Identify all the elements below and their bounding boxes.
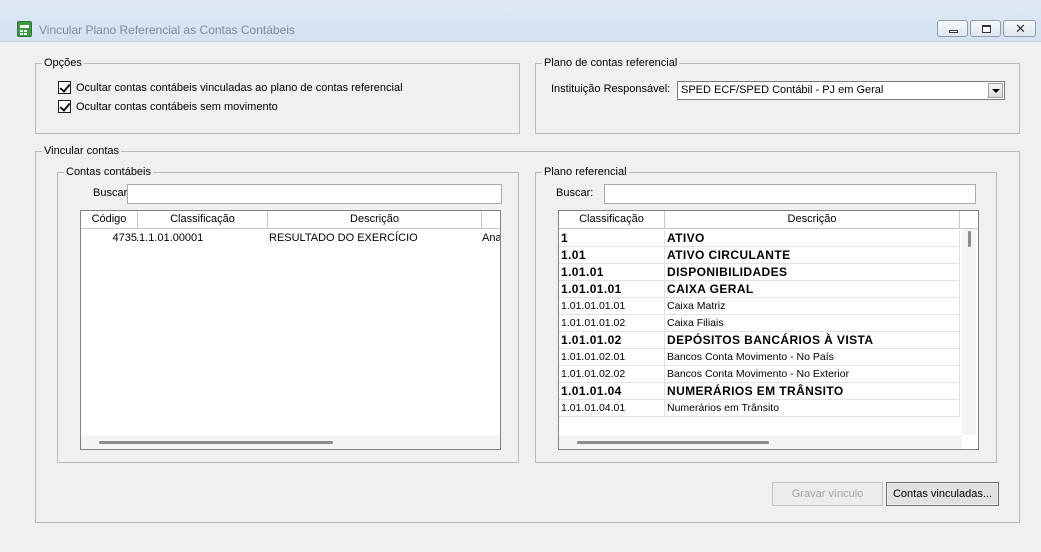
- opcoes-group-label: Opções: [42, 56, 84, 70]
- minimize-button[interactable]: [937, 20, 968, 37]
- col-descricao-header[interactable]: Descrição: [268, 211, 482, 229]
- row-classificacao: 1.01.01.02.01: [559, 349, 665, 366]
- contas-buscar-label: Buscar:: [93, 187, 131, 199]
- contas-contabeis-group-label: Contas contábeis: [64, 165, 153, 179]
- plano-referencial-group: Plano referencial Buscar: Classificação …: [535, 165, 997, 463]
- contas-contabeis-grid[interactable]: Código Classificação Descrição 4735 .1.1…: [80, 210, 501, 450]
- col-extra-header: [482, 211, 500, 229]
- plano-vscroll-thumb[interactable]: [968, 231, 971, 247]
- minimize-icon: [949, 30, 958, 33]
- plano-hscroll-thumb[interactable]: [577, 441, 769, 444]
- restore-icon: [982, 25, 991, 33]
- window-title: Vincular Plano Referencial as Contas Con…: [39, 23, 295, 37]
- col-plano-descricao-header[interactable]: Descrição: [665, 211, 960, 229]
- close-icon: ✕: [1015, 21, 1026, 36]
- plano-referencial-group-label: Plano referencial: [542, 165, 629, 179]
- plano-hscrollbar[interactable]: [559, 435, 962, 449]
- col-classificacao-header[interactable]: Classificação: [138, 211, 268, 229]
- row-descricao: Caixa Filiais: [665, 315, 960, 332]
- plano-referencial-grid[interactable]: Classificação Descrição 1 ATIVO 1.01 ATIVO …: [558, 210, 979, 450]
- vincular-contas-group-label: Vincular contas: [42, 144, 122, 158]
- row-descricao: Bancos Conta Movimento - No Exterior: [665, 366, 960, 383]
- instituicao-value: SPED ECF/SPED Contábil - PJ em Geral: [681, 84, 884, 96]
- row-descricao: Numerários em Trânsito: [665, 400, 960, 417]
- row-descricao: NUMERÁRIOS EM TRÂNSITO: [665, 383, 960, 400]
- row-classificacao: 1.01.01: [559, 264, 665, 281]
- row-classificacao: 1.01.01.01.02: [559, 315, 665, 332]
- calculator-icon: [17, 21, 32, 37]
- gravar-vinculo-button[interactable]: Gravar vínculo: [772, 482, 883, 506]
- contas-hscroll-thumb[interactable]: [99, 441, 333, 444]
- col-plano-extra-header: [960, 211, 978, 229]
- row-classificacao: 1.01.01.01: [559, 281, 665, 298]
- row-classificacao: 1.01.01.02.02: [559, 366, 665, 383]
- ocultar-vinculadas-label: Ocultar contas contábeis vinculadas ao p…: [76, 81, 403, 94]
- restore-button[interactable]: [970, 20, 1001, 37]
- opcoes-group: Opções Ocultar contas contábeis vinculad…: [35, 56, 520, 134]
- contas-hscrollbar[interactable]: [81, 435, 500, 449]
- instituicao-select[interactable]: SPED ECF/SPED Contábil - PJ em Geral: [677, 81, 1005, 100]
- row-classificacao: 1.01.01.02: [559, 332, 665, 349]
- row-descricao: CAIXA GERAL: [665, 281, 960, 298]
- plano-buscar-label: Buscar:: [556, 187, 594, 199]
- ocultar-vinculadas-checkbox[interactable]: [58, 81, 71, 94]
- row-descricao: DISPONIBILIDADES: [665, 264, 960, 281]
- row-descricao: DEPÓSITOS BANCÁRIOS À VISTA: [665, 332, 960, 349]
- row-classificacao: .1.1.01.00001: [136, 232, 204, 244]
- chevron-down-icon[interactable]: [988, 83, 1003, 98]
- row-classificacao: 1.01.01.04.01: [559, 400, 665, 417]
- ocultar-sem-movimento-checkbox[interactable]: [58, 100, 71, 113]
- row-extra: Ana: [482, 232, 501, 244]
- close-button[interactable]: ✕: [1003, 20, 1036, 37]
- ocultar-sem-movimento-label: Ocultar contas contábeis sem movimento: [76, 100, 278, 113]
- row-descricao: Caixa Matriz: [665, 298, 960, 315]
- contas-vinculadas-button[interactable]: Contas vinculadas...: [886, 482, 999, 506]
- row-classificacao: 1.01.01.01.01: [559, 298, 665, 315]
- row-descricao: ATIVO: [665, 230, 960, 247]
- contas-search-input[interactable]: [127, 184, 502, 204]
- plano-search-input[interactable]: [604, 184, 976, 204]
- row-descricao: RESULTADO DO EXERCÍCIO: [269, 232, 418, 244]
- row-classificacao: 1.01: [559, 247, 665, 264]
- col-plano-classificacao-header[interactable]: Classificação: [559, 211, 665, 229]
- ocultar-sem-movimento-row: Ocultar contas contábeis sem movimento: [58, 100, 278, 113]
- window-titlebar: Vincular Plano Referencial as Contas Con…: [0, 0, 1041, 42]
- ocultar-vinculadas-row: Ocultar contas contábeis vinculadas ao p…: [58, 81, 403, 94]
- plano-vscrollbar[interactable]: [962, 229, 976, 435]
- contas-contabeis-group: Contas contábeis Buscar: Código Classifi…: [57, 165, 519, 463]
- row-codigo: 4735: [112, 232, 137, 244]
- row-descricao: Bancos Conta Movimento - No País: [665, 349, 960, 366]
- instituicao-label: Instituição Responsável:: [551, 83, 671, 95]
- plano-contas-group-label: Plano de contas referencial: [542, 56, 680, 70]
- col-codigo-header[interactable]: Código: [81, 211, 138, 229]
- row-classificacao: 1: [559, 230, 665, 247]
- plano-contas-group: Plano de contas referencial Instituição …: [535, 56, 1020, 134]
- row-descricao: ATIVO CIRCULANTE: [665, 247, 960, 264]
- row-classificacao: 1.01.01.04: [559, 383, 665, 400]
